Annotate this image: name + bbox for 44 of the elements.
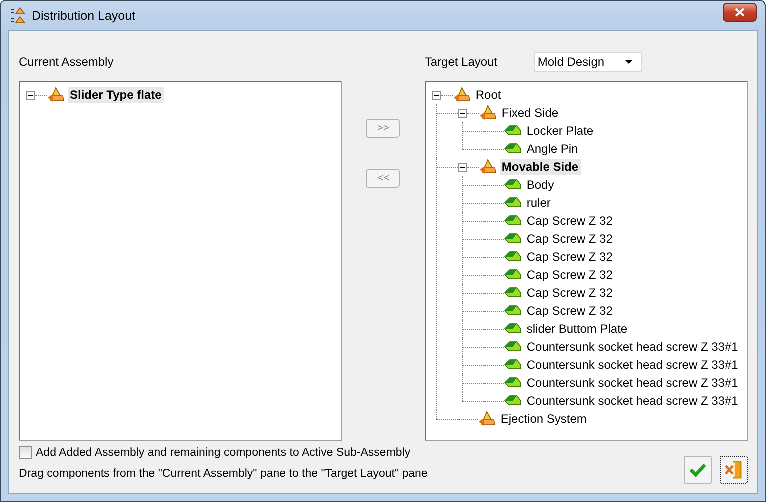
assembly-icon xyxy=(47,87,65,103)
collapse-toggle[interactable] xyxy=(458,108,467,118)
tree-item[interactable]: Cap Screw Z 32 xyxy=(524,303,615,319)
checkmark-icon xyxy=(689,462,707,478)
hint-text: Drag components from the "Current Assembly" pane to the "Target Layout" pane xyxy=(19,468,429,480)
cancel-button[interactable] xyxy=(720,456,748,484)
ok-button[interactable] xyxy=(684,456,712,484)
tree-item[interactable]: Fixed Side xyxy=(500,105,561,121)
app-icon xyxy=(9,6,27,24)
assembly-icon xyxy=(478,411,496,427)
exit-door-icon xyxy=(725,460,743,480)
collapse-toggle[interactable] xyxy=(432,90,441,100)
checkbox[interactable] xyxy=(19,446,32,459)
tree-item[interactable]: Countersunk socket head screw Z 33#1 xyxy=(524,393,740,409)
assembly-icon xyxy=(452,87,471,103)
tree-item[interactable]: Slider Type flate xyxy=(68,87,164,103)
tree-item[interactable]: Countersunk socket head screw Z 33#1 xyxy=(524,357,740,373)
tree-item[interactable]: Body xyxy=(524,177,556,193)
dropdown-arrow-icon xyxy=(624,60,633,64)
tree-item[interactable]: Cap Screw Z 32 xyxy=(524,231,615,247)
tree-item[interactable]: Countersunk socket head screw Z 33#1 xyxy=(524,339,740,355)
tree-item[interactable]: Cap Screw Z 32 xyxy=(524,213,615,229)
pane-label: Target Layout xyxy=(424,55,499,69)
assembly-icon xyxy=(478,159,497,175)
tree-item[interactable]: Movable Side xyxy=(500,159,581,175)
window-title: Distribution Layout xyxy=(32,8,136,22)
layout-dropdown[interactable]: Mold Design xyxy=(534,52,642,72)
tree-item[interactable]: Angle Pin xyxy=(524,141,580,157)
tree-item[interactable]: Countersunk socket head screw Z 33#1 xyxy=(524,375,740,391)
tree-item[interactable]: Root xyxy=(474,87,504,103)
tree-item[interactable]: Cap Screw Z 32 xyxy=(524,285,615,301)
close-icon xyxy=(735,8,745,17)
assembly-icon xyxy=(478,105,497,121)
close-button[interactable] xyxy=(723,3,757,22)
tree-item[interactable]: Cap Screw Z 32 xyxy=(524,249,615,265)
collapse-toggle[interactable] xyxy=(458,162,467,172)
tree-item[interactable]: ruler xyxy=(524,195,553,211)
tree-item[interactable]: Cap Screw Z 32 xyxy=(524,267,615,283)
checkbox-label: Add Added Assembly and remaining components to Active Sub-Assembly xyxy=(36,446,411,458)
tree-item[interactable]: Ejection System xyxy=(498,411,589,427)
pane-label: Current Assembly xyxy=(19,55,114,69)
tree-item[interactable]: slider Buttom Plate xyxy=(524,321,630,337)
tree-item[interactable]: Locker Plate xyxy=(524,123,596,139)
collapse-toggle[interactable] xyxy=(26,90,35,100)
